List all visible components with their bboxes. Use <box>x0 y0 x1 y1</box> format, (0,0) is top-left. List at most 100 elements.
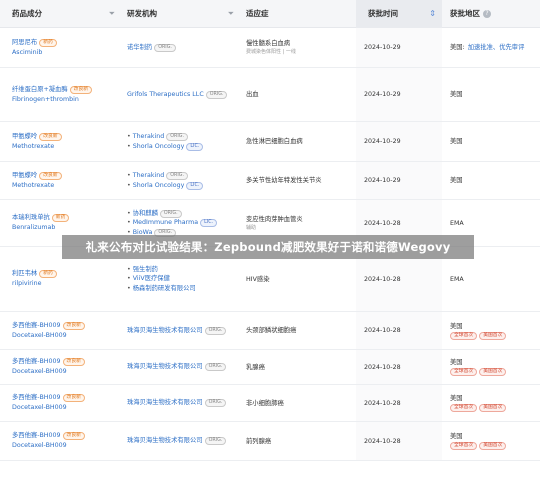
indication-subtext: 辅助 <box>246 224 257 231</box>
region-tags: 全球首次 美国首次 <box>450 403 538 412</box>
region-name: 美国 <box>450 433 463 440</box>
drug-name-cn[interactable]: 本瑞利珠单抗 新药 <box>12 213 120 223</box>
drug-name-cn-text: 多西他赛-BH009 <box>12 321 61 329</box>
drug-name-en[interactable]: Asciminib <box>12 48 120 58</box>
drug-type-badge: 改良新 <box>69 85 93 94</box>
drug-name-en[interactable]: Fibrinogen+thrombin <box>12 95 120 105</box>
indication-text: 非小细胞肺癌 <box>246 399 284 407</box>
org-role-badge: ORIG. <box>204 363 227 372</box>
org-item[interactable]: • 强生制药 <box>127 265 239 275</box>
org-cell: Grifols Therapeutics LLC ORIG. <box>127 68 239 121</box>
drug-name-en[interactable]: Methotrexate <box>12 181 120 191</box>
drug-name-cn[interactable]: 多西他赛-BH009 改良新 <box>12 321 120 331</box>
table-row[interactable]: 阿思尼布 新药 Asciminib 诺华制药 ORIG. 慢性髓系白血病 费城染色体阳性 |… <box>0 28 540 68</box>
org-name[interactable]: 珠海贝海生物技术有限公司 <box>127 399 203 406</box>
region-name: EMA <box>450 219 464 227</box>
indication-text: 乳腺癌 <box>246 363 265 371</box>
drug-type-badge: 改良新 <box>39 171 62 180</box>
org-name[interactable]: 强生制药 <box>133 266 158 273</box>
org-item[interactable]: 珠海贝海生物技术有限公司 ORIG. <box>127 326 239 336</box>
region-name: 美国: <box>450 44 465 51</box>
drug-name-cn[interactable]: 阿思尼布 新药 <box>12 38 120 48</box>
drug-name-en[interactable]: Methotrexate <box>12 142 120 152</box>
org-name[interactable]: 杨森制药研发有限公司 <box>133 285 196 292</box>
column-header-region-label: 获批地区 <box>450 9 480 18</box>
table-row[interactable]: 多西他赛-BH009 改良新 Docetaxel-BH009 珠海贝海生物技术有限公司… <box>0 422 540 461</box>
indication-text: 急性淋巴细胞白血病 <box>246 138 303 145</box>
column-header-drug[interactable]: 药品成分 ⏷ <box>0 0 121 28</box>
indication-cell: 多关节性幼年特发性关节炎 <box>246 162 354 199</box>
region-name: 美国 <box>450 91 463 98</box>
drug-name-cn[interactable]: 多西他赛-BH009 改良新 <box>12 431 120 441</box>
table-row[interactable]: 甲氨蝶呤 改良新 Methotrexate • Therakind ORIG. • Sho… <box>0 122 540 162</box>
org-role-badge: ORIG. <box>166 172 189 180</box>
org-name[interactable]: Shorla Oncology <box>133 182 185 189</box>
drug-name-cn[interactable]: 多西他赛-BH009 改良新 <box>12 357 120 367</box>
org-item[interactable]: • 协和麒麟 ORIG. <box>127 209 239 219</box>
approval-path[interactable]: 加速批准、优先审评 <box>468 44 525 51</box>
help-icon[interactable]: ? <box>483 10 491 18</box>
drug-name-cn-text: 甲氨蝶呤 <box>12 171 38 179</box>
approval-date: 2024-10-28 <box>364 275 401 283</box>
org-item[interactable]: • ViiV医疗保健 <box>127 274 239 284</box>
drug-name-en[interactable]: Docetaxel-BH009 <box>12 367 120 377</box>
org-name[interactable]: Grifols Therapeutics LLC <box>127 91 204 98</box>
drug-name-cn[interactable]: 利匹韦林 新药 <box>12 269 120 279</box>
org-name[interactable]: 珠海贝海生物技术有限公司 <box>127 363 203 370</box>
column-header-date[interactable]: 获批时间 ⇕ <box>356 0 442 28</box>
column-header-org-label: 研发机构 <box>127 9 157 18</box>
org-name[interactable]: 协和麒麟 <box>133 210 158 217</box>
date-cell: 2024-10-29 <box>364 162 440 199</box>
org-item[interactable]: Grifols Therapeutics LLC ORIG. <box>127 90 239 100</box>
drug-name-en[interactable]: Docetaxel-BH009 <box>12 331 120 341</box>
drug-name-cn[interactable]: 纤维蛋白原+凝血酶 改良新 <box>12 85 120 95</box>
column-header-indication[interactable]: 适应症 <box>234 0 354 28</box>
org-name[interactable]: MedImmune Pharma <box>133 219 198 226</box>
table-row[interactable]: 甲氨蝶呤 改良新 Methotrexate • Therakind ORIG. • Sho… <box>0 162 540 200</box>
table-row[interactable]: 多西他赛-BH009 改良新 Docetaxel-BH009 珠海贝海生物技术有限公司… <box>0 385 540 422</box>
org-name[interactable]: Therakind <box>133 133 165 140</box>
org-item[interactable]: • MedImmune Pharma LIC. <box>127 218 239 228</box>
org-item[interactable]: • Therakind ORIG. <box>127 132 239 142</box>
org-item[interactable]: • Therakind ORIG. <box>127 171 239 181</box>
news-banner[interactable]: 礼来公布对比试验结果：Zepbound减肥效果好于诺和诺德Wegovy <box>62 235 474 259</box>
region-cell: 美国 <box>450 162 538 199</box>
org-item[interactable]: 珠海贝海生物技术有限公司 ORIG. <box>127 398 239 408</box>
drug-cell: 阿思尼布 新药 Asciminib <box>12 28 120 67</box>
drug-type-badge: 改良新 <box>62 432 85 440</box>
org-role-badge: ORIG. <box>166 133 189 141</box>
org-name[interactable]: Therakind <box>133 172 165 179</box>
org-item[interactable]: • Shorla Oncology LIC. <box>127 181 239 191</box>
org-name[interactable]: 诺华制药 <box>127 44 152 51</box>
drug-name-en[interactable]: Benralizumab <box>12 223 120 233</box>
table-row[interactable]: 纤维蛋白原+凝血酶 改良新 Fibrinogen+thrombin Grifols T… <box>0 68 540 122</box>
drug-name-en[interactable]: Docetaxel-BH009 <box>12 441 120 451</box>
drug-name-cn[interactable]: 多西他赛-BH009 改良新 <box>12 393 120 403</box>
first-approval-badge: 美国首次 <box>479 331 507 340</box>
region-cell: 美国 <box>450 68 538 121</box>
date-cell: 2024-10-28 <box>364 422 440 460</box>
drug-name-en[interactable]: Docetaxel-BH009 <box>12 403 120 413</box>
drug-type-badge: 新药 <box>39 38 57 47</box>
table-row[interactable]: 多西他赛-BH009 改良新 Docetaxel-BH009 珠海贝海生物技术有限公司… <box>0 312 540 350</box>
org-name[interactable]: Shorla Oncology <box>133 143 185 150</box>
drug-type-badge: 改良新 <box>62 358 85 366</box>
column-header-org[interactable]: 研发机构 ⏷ <box>115 0 240 28</box>
drug-name-cn[interactable]: 甲氨蝶呤 改良新 <box>12 171 120 181</box>
sort-icon[interactable]: ⇕ <box>429 0 436 28</box>
org-item[interactable]: 珠海贝海生物技术有限公司 ORIG. <box>127 436 239 446</box>
drug-name-en[interactable]: rilpivirine <box>12 279 120 289</box>
drug-name-cn[interactable]: 甲氨蝶呤 改良新 <box>12 132 120 142</box>
org-name[interactable]: 珠海贝海生物技术有限公司 <box>127 327 203 334</box>
org-name[interactable]: ViiV医疗保健 <box>133 275 170 282</box>
org-item[interactable]: • 杨森制药研发有限公司 <box>127 284 239 294</box>
org-item[interactable]: 诺华制药 ORIG. <box>127 43 239 53</box>
indication-cell: 急性淋巴细胞白血病 <box>246 122 354 161</box>
org-item[interactable]: 珠海贝海生物技术有限公司 ORIG. <box>127 362 239 372</box>
table-row[interactable]: 多西他赛-BH009 改良新 Docetaxel-BH009 珠海贝海生物技术有限公司… <box>0 350 540 385</box>
org-name[interactable]: 珠海贝海生物技术有限公司 <box>127 437 203 444</box>
org-item[interactable]: • Shorla Oncology LIC. <box>127 142 239 152</box>
column-header-region[interactable]: 获批地区? <box>438 0 540 28</box>
org-role-badge: LIC. <box>186 181 204 190</box>
drug-type-badge: 新药 <box>51 214 70 222</box>
